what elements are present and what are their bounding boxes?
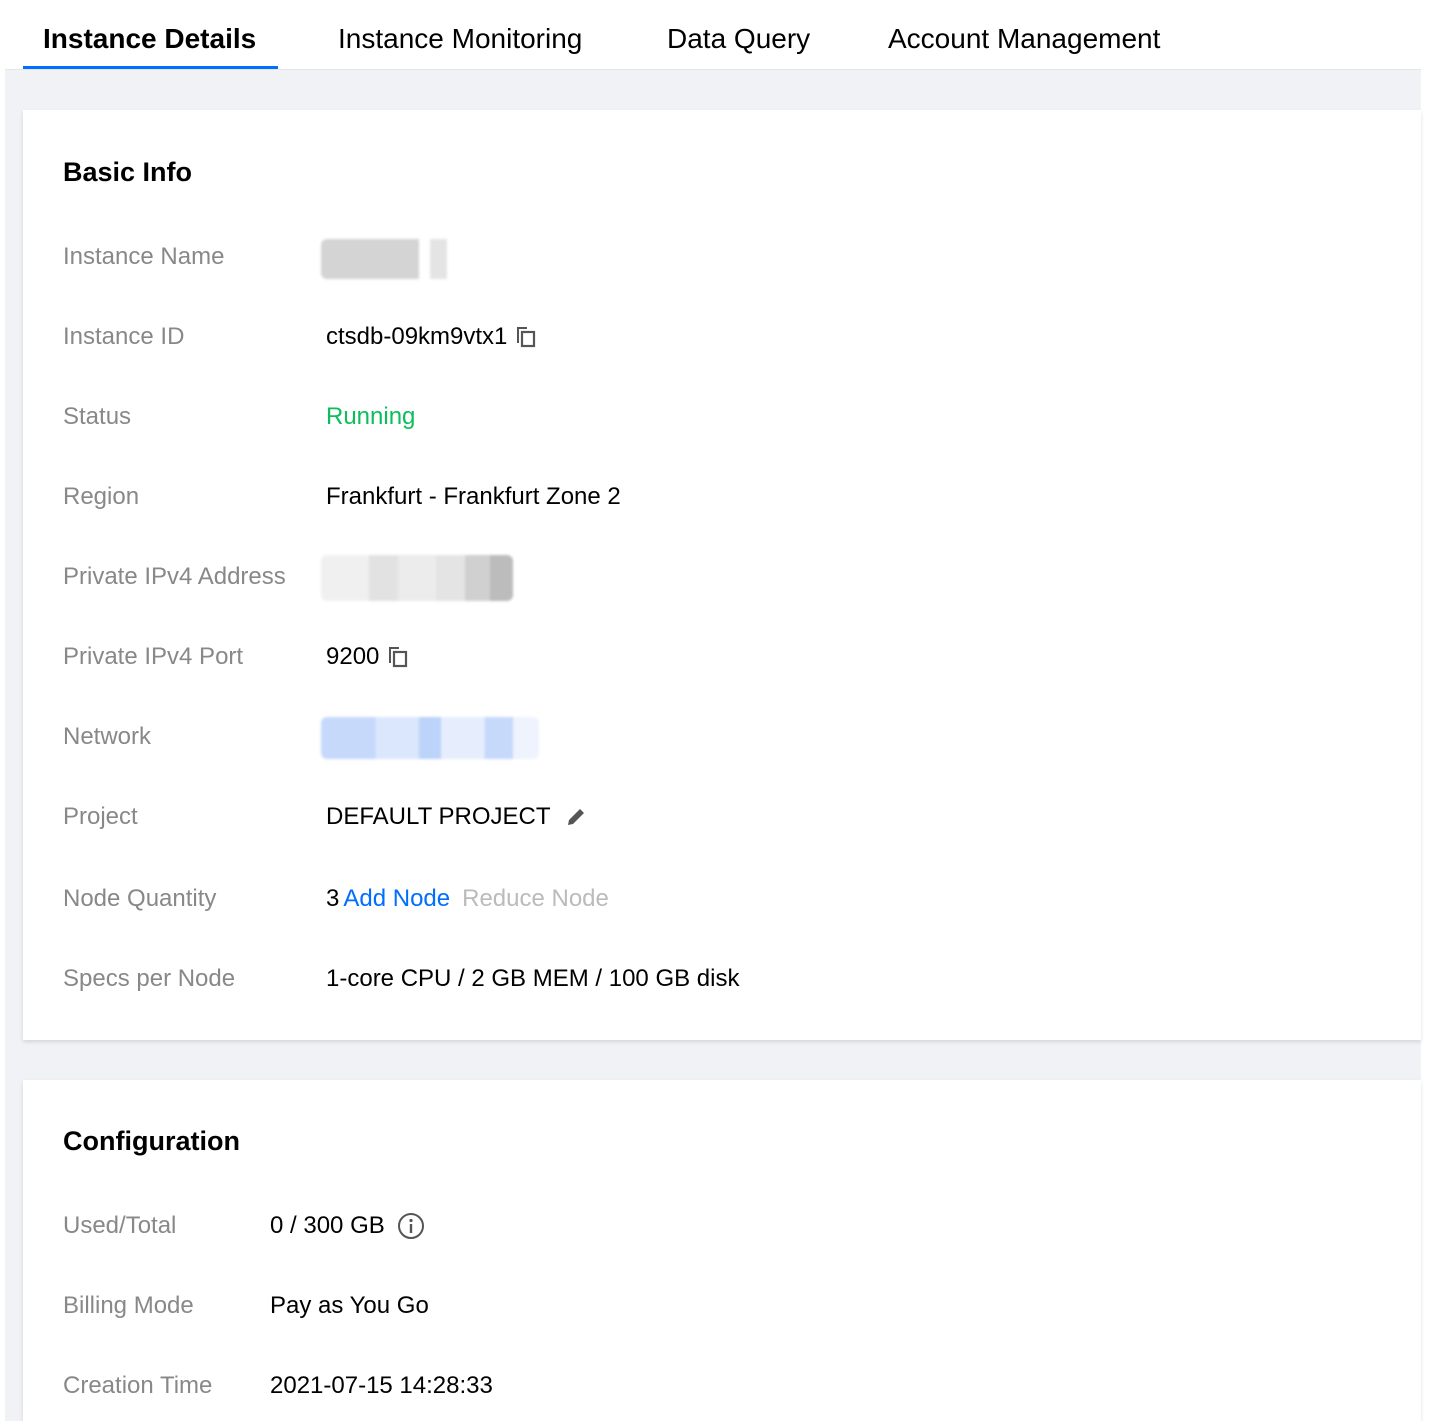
active-tab-indicator: [23, 66, 278, 69]
private-ipv4-address-label: Private IPv4 Address: [63, 563, 286, 590]
reduce-node-link[interactable]: Reduce Node: [462, 885, 609, 913]
used-total-value-wrap: 0 / 300 GB: [270, 1212, 425, 1240]
project-value: DEFAULT PROJECT: [326, 803, 551, 830]
specs-per-node-label: Specs per Node: [63, 965, 236, 992]
configuration-card: Configuration Used/Total 0 / 300 GB Bill…: [23, 1080, 1421, 1421]
network-value[interactable]: [321, 717, 539, 759]
tab-data-query[interactable]: Data Query: [667, 23, 810, 55]
private-ipv4-port-label: Private IPv4 Port: [63, 643, 244, 670]
used-total-label: Used/Total: [63, 1212, 177, 1239]
region-value: Frankfurt - Frankfurt Zone 2: [326, 483, 621, 510]
tab-instance-details[interactable]: Instance Details: [43, 23, 256, 55]
project-label: Project: [63, 803, 138, 830]
specs-per-node-value: 1-core CPU / 2 GB MEM / 100 GB disk: [326, 965, 740, 992]
network-label: Network: [63, 723, 152, 750]
instance-name-value: [321, 239, 461, 279]
copy-icon[interactable]: [387, 645, 409, 669]
instance-id-label: Instance ID: [63, 323, 185, 350]
status-value: Running: [326, 403, 416, 430]
private-ipv4-port-value-wrap: 9200: [326, 643, 409, 671]
instance-id-value: ctsdb-09km9vtx1: [326, 323, 508, 350]
billing-mode-label: Billing Mode: [63, 1292, 194, 1319]
instance-id-value-wrap: ctsdb-09km9vtx1: [326, 323, 537, 351]
copy-icon[interactable]: [515, 325, 537, 349]
private-ipv4-port-value: 9200: [326, 643, 380, 670]
used-total-value: 0 / 300 GB: [270, 1212, 385, 1239]
creation-time-label: Creation Time: [63, 1372, 213, 1399]
redacted-network-link: [321, 717, 539, 759]
status-label: Status: [63, 403, 132, 430]
billing-mode-value: Pay as You Go: [270, 1292, 429, 1319]
pencil-icon[interactable]: [564, 805, 588, 829]
tab-account-management[interactable]: Account Management: [888, 23, 1160, 55]
add-node-link[interactable]: Add Node: [343, 885, 450, 913]
basic-info-title: Basic Info: [63, 157, 193, 187]
node-quantity-value: 3: [326, 885, 340, 912]
region-label: Region: [63, 483, 140, 510]
private-ipv4-address-value: [321, 555, 513, 601]
info-icon[interactable]: [397, 1212, 425, 1240]
configuration-title: Configuration: [63, 1126, 240, 1156]
node-quantity-label: Node Quantity: [63, 885, 217, 912]
node-quantity-value-wrap: 3 Add Node Reduce Node: [326, 885, 609, 913]
redacted-ip-address: [321, 555, 513, 601]
page-frame: Instance Details Instance Monitoring Dat…: [5, 10, 1421, 1421]
project-value-wrap: DEFAULT PROJECT: [326, 803, 588, 831]
instance-name-label: Instance Name: [63, 243, 225, 270]
tab-bar: Instance Details Instance Monitoring Dat…: [5, 10, 1421, 70]
redacted-instance-name: [321, 239, 461, 279]
creation-time-value: 2021-07-15 14:28:33: [270, 1372, 493, 1399]
basic-info-card: Basic Info Instance Name Instance ID cts…: [23, 110, 1421, 1040]
tab-instance-monitoring[interactable]: Instance Monitoring: [338, 23, 582, 55]
